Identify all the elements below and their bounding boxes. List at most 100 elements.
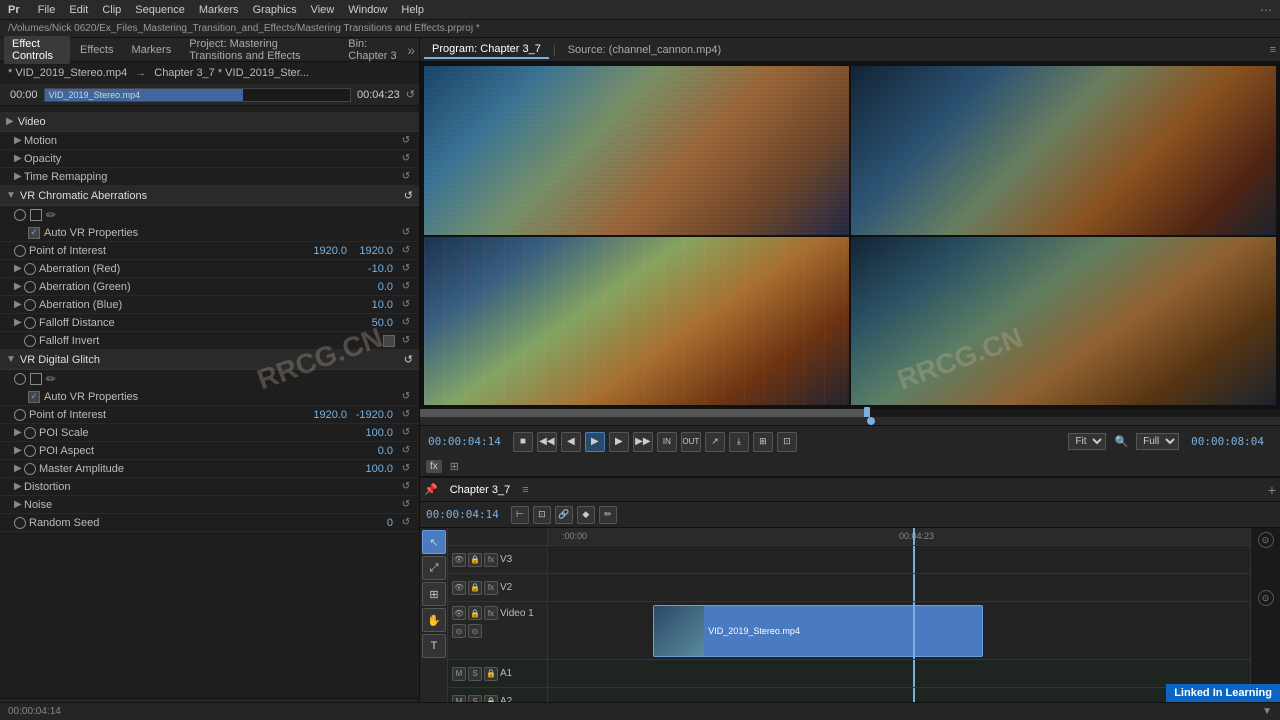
random-seed-value[interactable]: 0 — [353, 517, 393, 529]
section-vr-glitch[interactable]: ▼ VR Digital Glitch ↺ — [0, 350, 419, 370]
vr-chroma-reset-icon[interactable]: ↺ — [404, 189, 413, 202]
tl-btn-edit[interactable]: ✏ — [599, 506, 617, 524]
vr-glitch-poi-val2[interactable]: -1920.0 — [353, 409, 393, 421]
tl-btn-snap[interactable]: ⊡ — [533, 506, 551, 524]
monitor-progress-bar[interactable] — [420, 409, 1280, 417]
timeline-ruler[interactable]: :00:00 00:04:23 — [548, 528, 1250, 545]
aber-red-value[interactable]: -10.0 — [353, 263, 393, 275]
monitor-btn-next-frame[interactable]: ▶▶ — [633, 432, 653, 452]
tl-btn-marker[interactable]: ◆ — [577, 506, 595, 524]
poi-aspect-value[interactable]: 0.0 — [353, 445, 393, 457]
poi-aspect-stopwatch[interactable] — [24, 445, 36, 457]
prop-aberration-green[interactable]: ▶ Aberration (Green) 0.0 ↺ — [0, 278, 419, 296]
vr-glitch-circle-icon[interactable] — [14, 373, 26, 385]
poi-scale-value[interactable]: 100.0 — [353, 427, 393, 439]
monitor-timeline-bar[interactable] — [420, 417, 1280, 425]
monitor-btn-prev-frame[interactable]: ◀◀ — [537, 432, 557, 452]
vr-glitch-auto-checkbox[interactable] — [28, 391, 40, 403]
vr-chroma-poi-stopwatch[interactable] — [14, 245, 26, 257]
v2-lock-btn[interactable]: 🔒 — [468, 581, 482, 595]
master-amp-stopwatch[interactable] — [24, 463, 36, 475]
v2-fx-btn[interactable]: fx — [484, 581, 498, 595]
tab-effects[interactable]: Effects — [72, 42, 121, 58]
section-vr-chromatic[interactable]: ▼ VR Chromatic Aberrations ↺ — [0, 186, 419, 206]
opacity-reset-icon[interactable]: ↺ — [399, 153, 413, 164]
tab-program[interactable]: Program: Chapter 3_7 — [424, 41, 549, 59]
tab-markers[interactable]: Markers — [123, 42, 179, 58]
vr-chroma-pen-icon[interactable]: ✏ — [46, 208, 60, 222]
v1-eye-btn[interactable]: 👁 — [452, 606, 466, 620]
ec-reset-icon[interactable]: ↺ — [406, 88, 415, 101]
prop-aberration-red[interactable]: ▶ Aberration (Red) -10.0 ↺ — [0, 260, 419, 278]
falloff-dist-value[interactable]: 50.0 — [353, 317, 393, 329]
prop-falloff-distance[interactable]: ▶ Falloff Distance 50.0 ↺ — [0, 314, 419, 332]
a1-solo-btn[interactable]: S — [468, 667, 482, 681]
monitor-settings-icon[interactable]: ≡ — [1270, 44, 1276, 56]
panel-tabs-more[interactable]: » — [407, 42, 415, 58]
falloff-invert-checkbox[interactable] — [383, 335, 395, 347]
monitor-btn-export2[interactable]: ⤓ — [729, 432, 749, 452]
ec-timeline-track[interactable]: VID_2019_Stereo.mp4 — [44, 88, 351, 102]
poi-aspect-reset[interactable]: ↺ — [399, 445, 413, 456]
menu-view[interactable]: View — [311, 4, 335, 16]
tab-bin[interactable]: Bin: Chapter 3 — [340, 36, 405, 64]
menu-sequence[interactable]: Sequence — [135, 4, 185, 16]
vr-chroma-poi-val2[interactable]: 1920.0 — [353, 245, 393, 257]
vr-chroma-auto-reset[interactable]: ↺ — [399, 227, 413, 238]
random-seed-stopwatch[interactable] — [14, 517, 26, 529]
v1-fx-btn[interactable]: fx — [484, 606, 498, 620]
menu-markers[interactable]: Markers — [199, 4, 239, 16]
monitor-btn-step-back[interactable]: ◀ — [561, 432, 581, 452]
falloff-dist-stopwatch[interactable] — [24, 317, 36, 329]
monitor-btn-step-fwd[interactable]: ▶ — [609, 432, 629, 452]
prop-time-remapping[interactable]: ▶ Time Remapping ↺ — [0, 168, 419, 186]
aber-red-stopwatch[interactable] — [24, 263, 36, 275]
timeline-tab-menu-icon[interactable]: ≡ — [522, 484, 528, 496]
time-remap-reset-icon[interactable]: ↺ — [399, 171, 413, 182]
prop-poi-scale[interactable]: ▶ POI Scale 100.0 ↺ — [0, 424, 419, 442]
fit-select[interactable]: Fit — [1068, 433, 1106, 450]
tool-zoom[interactable]: ⊞ — [422, 582, 446, 606]
vr-chroma-poi-reset[interactable]: ↺ — [399, 245, 413, 256]
vr-chroma-circle-icon[interactable] — [14, 209, 26, 221]
menu-help[interactable]: Help — [401, 4, 424, 16]
aber-blue-reset[interactable]: ↺ — [399, 299, 413, 310]
prop-motion[interactable]: ▶ Motion ↺ — [0, 132, 419, 150]
vr-glitch-poi-stopwatch[interactable] — [14, 409, 26, 421]
v1-extra2[interactable]: ⊙ — [468, 624, 482, 638]
prop-poi-aspect[interactable]: ▶ POI Aspect 0.0 ↺ — [0, 442, 419, 460]
section-video[interactable]: ▶ Video — [0, 112, 419, 132]
vr-glitch-pen-icon[interactable]: ✏ — [46, 372, 60, 386]
motion-reset-icon[interactable]: ↺ — [399, 135, 413, 146]
v3-fx-btn[interactable]: fx — [484, 553, 498, 567]
monitor-btn-in[interactable]: IN — [657, 432, 677, 452]
tab-effect-controls[interactable]: Effect Controls — [4, 36, 70, 64]
aber-red-reset[interactable]: ↺ — [399, 263, 413, 274]
right-panel-btn1[interactable]: ⊙ — [1258, 532, 1274, 548]
status-filter-icon[interactable]: ▼ — [1262, 706, 1272, 717]
prop-opacity[interactable]: ▶ Opacity ↺ — [0, 150, 419, 168]
prop-aberration-blue[interactable]: ▶ Aberration (Blue) 10.0 ↺ — [0, 296, 419, 314]
monitor-btn-out[interactable]: OUT — [681, 432, 701, 452]
v1-extra1[interactable]: ⊙ — [452, 624, 466, 638]
monitor-btn-stop[interactable]: ■ — [513, 432, 533, 452]
aber-green-value[interactable]: 0.0 — [353, 281, 393, 293]
a1-lock-btn[interactable]: 🔒 — [484, 667, 498, 681]
vr-glitch-poi-val1[interactable]: 1920.0 — [307, 409, 347, 421]
vr-glitch-poi-reset[interactable]: ↺ — [399, 409, 413, 420]
tool-hand[interactable]: ✋ — [422, 608, 446, 632]
tl-btn-link[interactable]: 🔗 — [555, 506, 573, 524]
aber-green-stopwatch[interactable] — [24, 281, 36, 293]
vr-chroma-poi-val1[interactable]: 1920.0 — [307, 245, 347, 257]
aber-green-reset[interactable]: ↺ — [399, 281, 413, 292]
tl-btn-in[interactable]: ⊢ — [511, 506, 529, 524]
prop-vr-chroma-poi[interactable]: Point of Interest 1920.0 1920.0 ↺ — [0, 242, 419, 260]
prop-distortion[interactable]: ▶ Distortion ↺ — [0, 478, 419, 496]
distortion-reset[interactable]: ↺ — [399, 481, 413, 492]
random-seed-reset[interactable]: ↺ — [399, 517, 413, 528]
monitor-btn-settings[interactable]: ⊞ — [753, 432, 773, 452]
aber-blue-value[interactable]: 10.0 — [353, 299, 393, 311]
menu-window[interactable]: Window — [348, 4, 387, 16]
vr-chroma-auto-checkbox[interactable] — [28, 227, 40, 239]
v2-eye-btn[interactable]: 👁 — [452, 581, 466, 595]
